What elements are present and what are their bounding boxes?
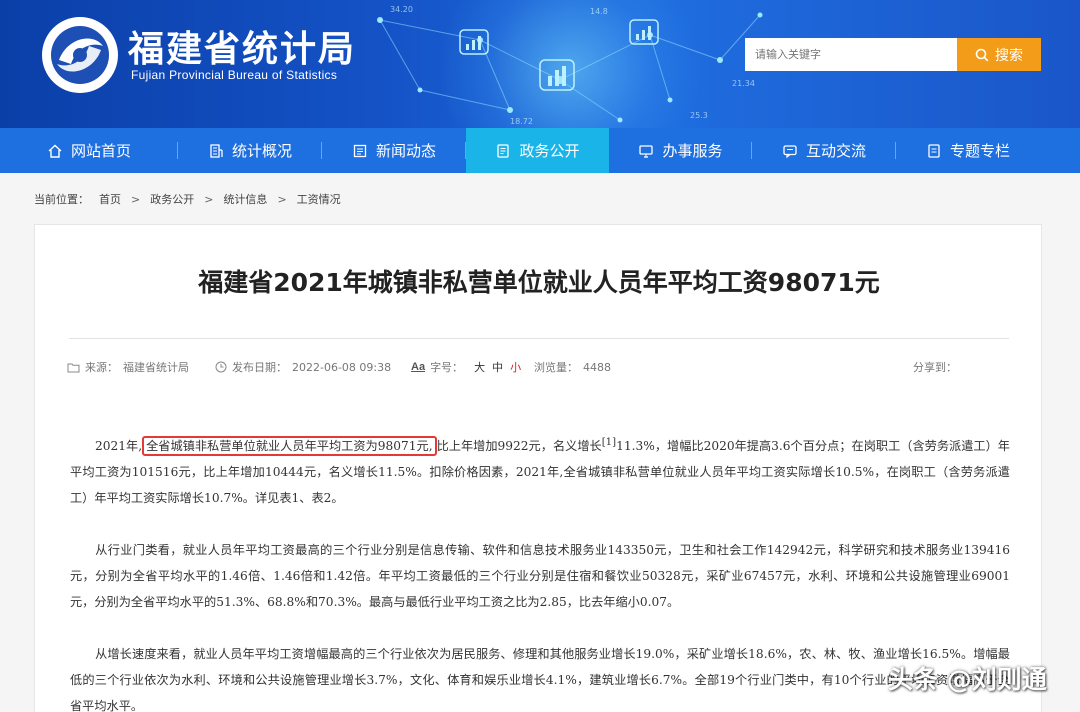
article-title: 福建省2021年城镇非私营单位就业人员年平均工资98071元: [198, 268, 880, 297]
nav-label: 统计概况: [231, 142, 292, 160]
breadcrumb-wages[interactable]: 工资情况: [297, 191, 341, 207]
meta-views: 浏览量： 4488: [534, 359, 611, 375]
search-input[interactable]: [745, 38, 957, 71]
breadcrumb-prefix: 当前位置：: [34, 193, 89, 206]
meta-font-size: Aa 字号： 大 中 小: [411, 359, 521, 375]
meta-share[interactable]: 分享到：: [913, 359, 957, 375]
font-size-small[interactable]: 小: [510, 359, 521, 375]
svg-text:21.34: 21.34: [732, 79, 755, 88]
font-size-medium[interactable]: 中: [492, 359, 503, 375]
source-label: 来源：: [85, 361, 118, 374]
nav-label: 政务公开: [519, 142, 580, 160]
logo-emblem-icon: [51, 26, 109, 84]
svg-text:14.8: 14.8: [590, 7, 608, 16]
nav-label: 新闻动态: [375, 142, 436, 160]
breadcrumb-separator: >: [131, 192, 141, 206]
nav-item-news[interactable]: 新闻动态: [322, 128, 466, 173]
monitor-icon: [639, 144, 654, 158]
breadcrumb-home[interactable]: 首页: [99, 191, 121, 207]
font-size-icon: Aa: [411, 361, 426, 373]
paragraph-1: 2021年, 全省城镇非私营单位就业人员年平均工资为98071元, 比上年增加992…: [70, 436, 1010, 506]
nav-item-overview[interactable]: 统计概况: [178, 128, 322, 173]
footnote-link[interactable]: [1]: [602, 437, 616, 448]
nav-item-interaction[interactable]: 互动交流: [752, 128, 896, 173]
site-subtitle: Fujian Provincial Bureau of Statistics: [131, 68, 338, 82]
article-meta: 来源： 福建省统计局 发布日期： 2022-06-08 09:38 Aa 字号：…: [67, 359, 997, 377]
nav-label: 办事服务: [662, 142, 723, 160]
nav-item-services[interactable]: 办事服务: [609, 128, 752, 173]
font-size-label: 字号：: [430, 361, 464, 374]
highlighted-wage-text: 全省城镇非私营单位就业人员年平均工资为98071元,: [142, 436, 437, 457]
document-icon: [497, 143, 510, 158]
paragraph-2: 从行业门类看，就业人员年平均工资最高的三个行业分别是信息传输、软件和信息技术服务…: [70, 543, 1010, 610]
nav-item-government-affairs[interactable]: 政务公开: [466, 128, 609, 173]
nav-label: 网站首页: [70, 142, 131, 160]
list-icon: [928, 143, 940, 158]
views-label: 浏览量：: [534, 361, 578, 374]
breadcrumb-statistics-info[interactable]: 统计信息: [223, 191, 267, 207]
article-body: 2021年, 全省城镇非私营单位就业人员年平均工资为98071元, 比上年增加992…: [70, 430, 1010, 712]
nav-item-special-topics[interactable]: 专题专栏: [896, 128, 1040, 173]
article-card: 福建省2021年城镇非私营单位就业人员年平均工资98071元 来源： 福建省统计…: [34, 224, 1042, 712]
breadcrumb-separator: >: [277, 192, 287, 206]
source-value: 福建省统计局: [123, 361, 189, 374]
date-label: 发布日期：: [232, 361, 287, 374]
svg-text:34.20: 34.20: [390, 5, 413, 14]
svg-text:18.72: 18.72: [510, 117, 533, 126]
breadcrumb-separator: >: [204, 192, 214, 206]
main-nav: 网站首页 统计概况 新闻动态 政务公开 办事服务 互动交流 专题专栏: [0, 128, 1080, 173]
site-title: 福建省统计局: [128, 29, 357, 70]
views-value: 4488: [583, 360, 611, 374]
svg-text:25.3: 25.3: [690, 111, 708, 120]
font-size-large[interactable]: 大: [474, 359, 485, 375]
building-icon: [210, 143, 223, 158]
search-button-label: 搜索: [995, 47, 1023, 64]
search-icon: [975, 48, 989, 61]
chat-icon: [783, 144, 797, 158]
paragraph-3: 从增长速度来看，就业人员年平均工资增幅最高的三个行业依次为居民服务、修理和其他服…: [70, 647, 1010, 712]
nav-item-home[interactable]: 网站首页: [0, 128, 178, 173]
meta-date: 发布日期： 2022-06-08 09:38: [215, 359, 391, 375]
folder-icon: [67, 363, 80, 372]
home-icon: [48, 144, 62, 158]
breadcrumb-government-affairs[interactable]: 政务公开: [150, 191, 194, 207]
nav-label: 专题专栏: [949, 142, 1010, 160]
breadcrumb: 当前位置： 首页 > 政务公开 > 统计信息 > 工资情况: [34, 191, 341, 207]
title-divider: [69, 338, 1009, 339]
nav-label: 互动交流: [805, 142, 866, 160]
bureau-logo[interactable]: [42, 17, 118, 93]
watermark: 头条 @刘则通: [888, 665, 1047, 694]
header-banner: 34.20 18.72 25.3 21.34 14.8 福建省统计局 Fujia…: [0, 0, 1080, 128]
meta-source: 来源： 福建省统计局: [67, 359, 189, 375]
search-button[interactable]: 搜索: [957, 38, 1041, 71]
share-label: 分享到：: [913, 361, 957, 374]
date-value: 2022-06-08 09:38: [292, 360, 392, 374]
network-decoration: 34.20 18.72 25.3 21.34 14.8: [377, 5, 763, 126]
news-icon: [353, 144, 367, 157]
clock-icon: [215, 361, 227, 373]
